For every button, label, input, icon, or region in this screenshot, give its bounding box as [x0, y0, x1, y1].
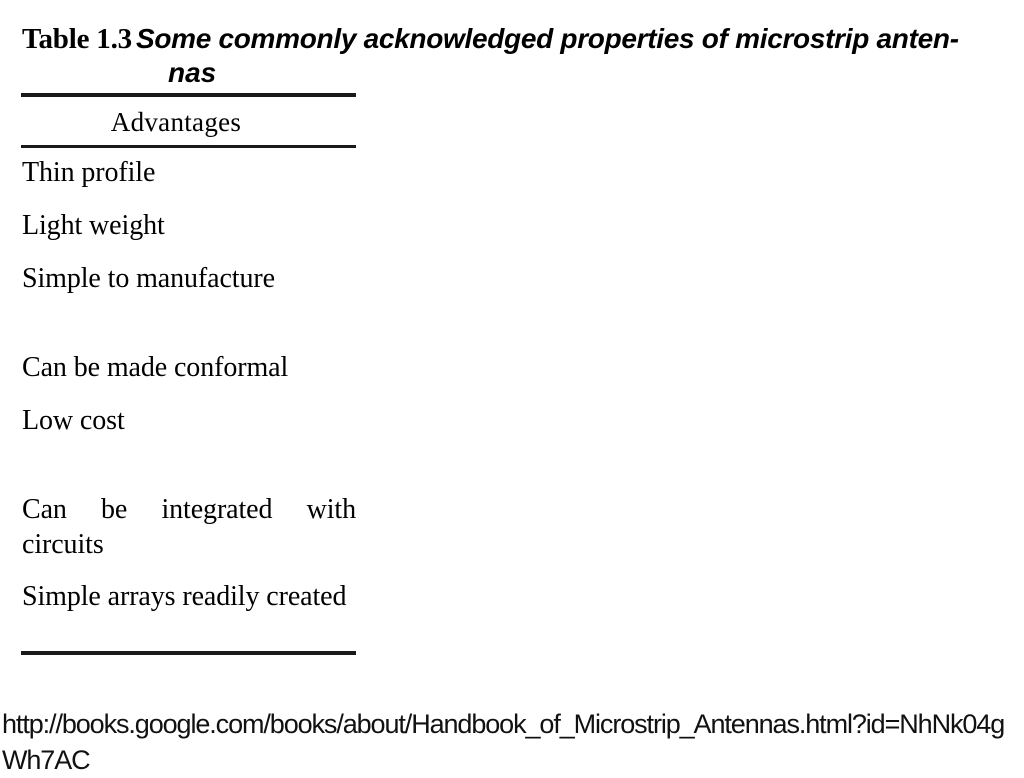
table-caption-continuation: nas: [168, 57, 217, 88]
table-row: Can be made conformal: [22, 352, 289, 383]
table-row: Can be integrated with circuits: [22, 492, 356, 562]
table-caption-label: Table 1.3: [22, 23, 132, 55]
table-row-text: Simple arrays readily created: [22, 581, 347, 612]
table-caption-text: Some commonly acknowledged properties of…: [135, 23, 959, 54]
table-header-rule: [21, 145, 356, 148]
table-row-text: Can be integrated with circuits: [22, 494, 356, 560]
table-row: Thin profile: [22, 157, 156, 188]
table-figure: Table 1.3 Some commonly acknowledged pro…: [0, 0, 1024, 680]
table-bottom-rule: [21, 651, 356, 655]
table-row: Simple arrays readily created: [22, 579, 356, 614]
row-group-separator: [22, 456, 356, 492]
table-top-rule: [21, 93, 356, 97]
table-row: Simple to manufacture: [22, 263, 275, 294]
table-column-header: Advantages: [110, 107, 242, 137]
table-row: Light weight: [22, 210, 165, 241]
source-url[interactable]: http://books.google.com/books/about/Hand…: [2, 706, 1024, 778]
table-row: Low cost: [22, 405, 125, 436]
table-body: Thin profile Light weight Simple to manu…: [22, 155, 356, 631]
row-group-separator: [22, 314, 356, 350]
